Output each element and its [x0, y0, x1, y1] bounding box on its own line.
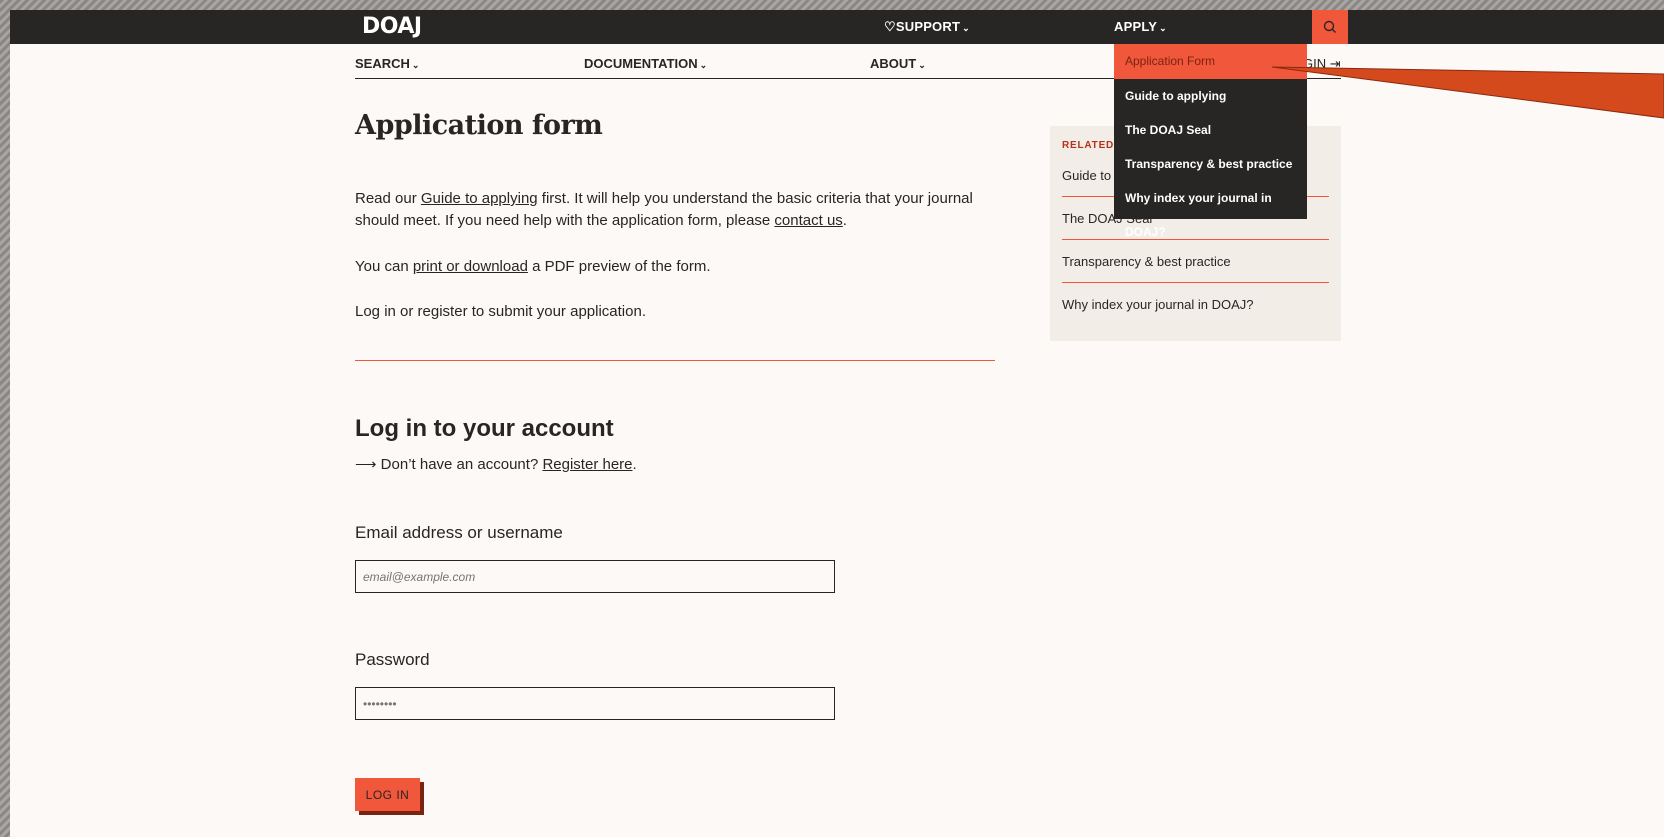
chevron-down-icon: ⌄	[962, 23, 970, 33]
nav-apply-label: APPLY	[1114, 19, 1158, 34]
sidebar-link-transparency[interactable]: Transparency & best practice	[1062, 240, 1329, 283]
subnav-search[interactable]: SEARCH ⌄	[355, 56, 419, 71]
register-prompt-end: .	[632, 456, 637, 473]
browser-viewport: DOAJ ♡SUPPORT ⌄ APPLY ⌄ SEARCH ⌄ DOCUMENTAT…	[10, 10, 1664, 837]
chevron-down-icon: ⌄	[411, 60, 420, 70]
nav-apply[interactable]: APPLY ⌄	[1114, 19, 1167, 34]
page-title: Application form	[355, 110, 603, 141]
intro-text-3: .	[842, 212, 847, 229]
pdf-text-1: You can	[355, 258, 413, 275]
dropdown-item-why-index[interactable]: Why index your journal in DOAJ?	[1114, 181, 1307, 239]
print-or-download-link[interactable]: print or download	[413, 258, 528, 275]
sidebar-link-why-index[interactable]: Why index your journal in DOAJ?	[1062, 283, 1329, 326]
chevron-down-icon: ⌄	[699, 60, 708, 70]
intro-paragraph: Read our Guide to applying first. It wil…	[355, 188, 995, 232]
login-register-note: Log in or register to submit your applic…	[355, 303, 646, 320]
register-here-link[interactable]: Register here	[542, 456, 632, 473]
contact-us-link[interactable]: contact us	[774, 212, 842, 229]
email-label: Email address or username	[355, 523, 563, 542]
register-prompt-text: ⟶ Don’t have an account?	[355, 456, 543, 473]
annotation-arrow	[1272, 66, 1664, 119]
chevron-down-icon: ⌄	[1159, 23, 1167, 33]
main-content: Application form Read our Guide to apply…	[355, 110, 995, 811]
pdf-text-2: a PDF preview of the form.	[527, 258, 711, 275]
dropdown-item-transparency[interactable]: Transparency & best practice	[1114, 147, 1307, 181]
doaj-logo[interactable]: DOAJ	[362, 14, 422, 39]
subnav-documentation[interactable]: DOCUMENTATION ⌄	[584, 56, 707, 71]
login-heading: Log in to your account	[355, 415, 614, 442]
guide-to-applying-link[interactable]: Guide to applying	[421, 190, 538, 207]
pdf-preview-paragraph: You can print or download a PDF preview …	[355, 256, 711, 278]
nav-support[interactable]: ♡SUPPORT ⌄	[884, 19, 970, 35]
email-field[interactable]	[355, 560, 835, 593]
search-button[interactable]	[1312, 10, 1348, 44]
top-navigation-bar: DOAJ ♡SUPPORT ⌄ APPLY ⌄	[10, 10, 1664, 44]
subnav-about[interactable]: ABOUT ⌄	[870, 56, 926, 71]
nav-support-label: SUPPORT	[895, 19, 961, 34]
section-divider	[355, 360, 995, 361]
password-field[interactable]	[355, 687, 835, 720]
register-prompt: ⟶ Don’t have an account? Register here.	[355, 454, 637, 476]
subnav-about-label: ABOUT	[870, 56, 917, 71]
subnav-search-label: SEARCH	[355, 56, 410, 71]
chevron-down-icon: ⌄	[918, 60, 926, 70]
intro-text-1: Read our	[355, 190, 421, 207]
search-icon	[1323, 20, 1336, 33]
subnav-documentation-label: DOCUMENTATION	[584, 56, 698, 71]
login-button[interactable]: LOG IN	[355, 778, 420, 811]
heart-icon: ♡	[884, 19, 896, 34]
password-label: Password	[355, 650, 430, 669]
